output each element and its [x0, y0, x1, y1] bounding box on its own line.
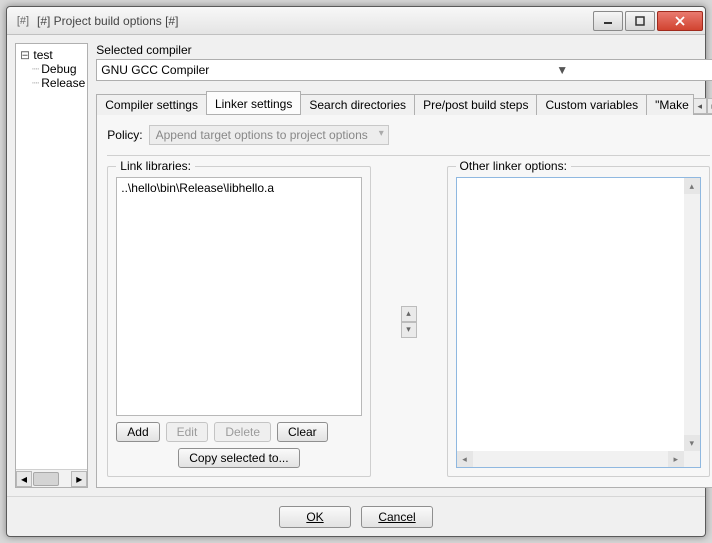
list-item[interactable]: ..\hello\bin\Release\libhello.a: [119, 180, 358, 196]
divider: [107, 155, 710, 156]
tree-hscrollbar[interactable]: ◂ ▸: [16, 469, 87, 487]
other-linker-column: Other linker options: ▴ ▾ ◂: [447, 166, 710, 477]
app-icon: [#]: [15, 13, 31, 29]
tabs: Compiler settings Linker settings Search…: [96, 91, 712, 115]
other-linker-label: Other linker options:: [456, 159, 571, 173]
scroll-right-icon[interactable]: ▸: [668, 451, 684, 467]
scroll-left-icon[interactable]: ◂: [457, 451, 473, 467]
targets-tree-panel: test Debug Release ◂ ▸: [15, 43, 88, 488]
tab-scroll-right-icon[interactable]: ▸: [707, 98, 712, 114]
link-libraries-label: Link libraries:: [116, 159, 195, 173]
right-panel: Selected compiler GNU GCC Compiler ▼ Com…: [96, 43, 712, 488]
link-libraries-buttons: Add Edit Delete Clear: [116, 422, 361, 442]
tabs-nav: ◂ ▸: [693, 98, 712, 114]
policy-label: Policy:: [107, 128, 142, 142]
textarea-vscrollbar[interactable]: ▴ ▾: [684, 178, 700, 451]
scrollbar-corner: [684, 451, 700, 467]
scroll-right-icon[interactable]: ▸: [71, 471, 87, 487]
cancel-button[interactable]: Cancel: [361, 506, 433, 528]
tree-item-release[interactable]: Release: [18, 76, 85, 90]
other-linker-group: Other linker options: ▴ ▾ ◂: [447, 166, 710, 477]
scroll-up-icon[interactable]: ▴: [684, 178, 700, 194]
targets-tree[interactable]: test Debug Release: [16, 44, 87, 469]
linker-columns: Link libraries: ..\hello\bin\Release\lib…: [107, 166, 710, 477]
tab-pre-post-build-steps[interactable]: Pre/post build steps: [414, 94, 537, 115]
maximize-button[interactable]: [625, 11, 655, 31]
link-libraries-group: Link libraries: ..\hello\bin\Release\lib…: [107, 166, 370, 477]
clear-button[interactable]: Clear: [277, 422, 328, 442]
policy-row: Policy: Append target options to project…: [107, 125, 710, 145]
move-up-button[interactable]: ▴: [401, 306, 417, 322]
selected-compiler-label: Selected compiler: [96, 43, 712, 57]
link-libraries-column: Link libraries: ..\hello\bin\Release\lib…: [107, 166, 370, 477]
tab-make[interactable]: "Make: [646, 94, 694, 115]
dialog-project-build-options: [#] [#] Project build options [#] test D…: [6, 6, 706, 537]
tab-compiler-settings[interactable]: Compiler settings: [96, 94, 207, 115]
add-button[interactable]: Add: [116, 422, 159, 442]
tab-linker-settings[interactable]: Linker settings: [206, 91, 301, 114]
minimize-button[interactable]: [593, 11, 623, 31]
dialog-body: test Debug Release ◂ ▸ Selected compiler…: [7, 35, 705, 496]
tree-item-debug[interactable]: Debug: [18, 62, 85, 76]
window-controls: [591, 11, 703, 31]
reorder-spinner: ▴ ▾: [401, 166, 417, 477]
chevron-down-icon: ▼: [409, 63, 712, 77]
copy-selected-button[interactable]: Copy selected to...: [178, 448, 299, 468]
policy-combo: Append target options to project options: [149, 125, 389, 145]
policy-value: Append target options to project options: [156, 128, 368, 142]
delete-button: Delete: [214, 422, 271, 442]
titlebar: [#] [#] Project build options [#]: [7, 7, 705, 35]
close-button[interactable]: [657, 11, 703, 31]
ok-button[interactable]: OK: [279, 506, 351, 528]
tree-item-root[interactable]: test: [18, 48, 85, 62]
edit-button: Edit: [166, 422, 209, 442]
tab-scroll-left-icon[interactable]: ◂: [693, 98, 707, 114]
scroll-left-icon[interactable]: ◂: [16, 471, 32, 487]
move-down-button[interactable]: ▾: [401, 322, 417, 338]
link-libraries-list[interactable]: ..\hello\bin\Release\libhello.a: [116, 177, 361, 416]
dialog-footer: OK Cancel: [7, 496, 705, 536]
tab-search-directories[interactable]: Search directories: [300, 94, 415, 115]
scroll-thumb[interactable]: [33, 472, 59, 486]
selected-compiler-value: GNU GCC Compiler: [101, 63, 408, 77]
other-linker-textarea[interactable]: ▴ ▾ ◂ ▸: [456, 177, 701, 468]
tab-custom-variables[interactable]: Custom variables: [536, 94, 647, 115]
tab-content-linker-settings: Policy: Append target options to project…: [96, 115, 712, 488]
scroll-down-icon[interactable]: ▾: [684, 435, 700, 451]
selected-compiler-combo[interactable]: GNU GCC Compiler ▼: [96, 59, 712, 81]
textarea-hscrollbar[interactable]: ◂ ▸: [457, 451, 684, 467]
window-title: [#] Project build options [#]: [37, 14, 591, 28]
